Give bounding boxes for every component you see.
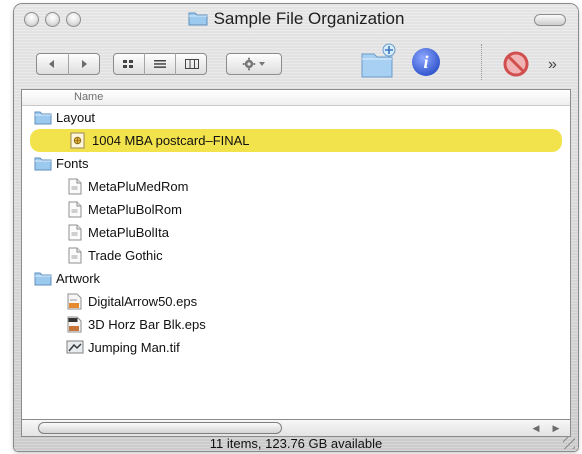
column-view-icon xyxy=(184,59,199,69)
get-info-icon: i xyxy=(412,48,440,76)
list-item-label: MetaPluBolIta xyxy=(88,225,169,240)
stop-button[interactable] xyxy=(502,50,530,83)
view-mode-control xyxy=(113,53,207,75)
new-folder-icon xyxy=(361,43,396,78)
action-gear-icon xyxy=(242,57,265,71)
list-item-label: Fonts xyxy=(56,156,89,171)
finder-window: Sample File Organization i » Name Layout… xyxy=(14,4,578,451)
list-item-label: 3D Horz Bar Blk.eps xyxy=(88,317,206,332)
toolbar-separator xyxy=(481,44,483,80)
forward-button[interactable] xyxy=(69,53,101,75)
list-item-label: DigitalArrow50.eps xyxy=(88,294,198,309)
horizontal-scrollbar[interactable]: ◀ ▶ xyxy=(22,420,570,436)
font-file-icon xyxy=(68,247,84,264)
eps-file-icon xyxy=(66,316,82,333)
list-item-label: MetaPluBolRom xyxy=(88,202,182,217)
list-item-file[interactable]: Trade Gothic xyxy=(22,244,570,267)
scroll-right-icon[interactable]: ▶ xyxy=(553,423,560,434)
list-item-folder[interactable]: Artwork xyxy=(22,267,570,290)
window-title-text: Sample File Organization xyxy=(213,9,405,28)
forward-icon xyxy=(82,60,88,68)
list-item-file[interactable]: DigitalArrow50.eps xyxy=(22,290,570,313)
toolbar-toggle-button[interactable] xyxy=(534,14,566,26)
list-item-selected[interactable]: 1004 MBA postcard–FINAL xyxy=(30,129,562,152)
folder-icon xyxy=(34,270,52,287)
list-item-label: 1004 MBA postcard–FINAL xyxy=(92,133,250,148)
list-item-file[interactable]: MetaPluBolIta xyxy=(22,221,570,244)
title-bar[interactable]: Sample File Organization xyxy=(14,4,578,34)
back-forward-control xyxy=(36,53,100,75)
action-menu-inner[interactable] xyxy=(226,53,282,75)
list-item-label: Layout xyxy=(56,110,96,125)
status-bar: 11 items, 123.76 GB available xyxy=(209,436,383,451)
list-item-label: Artwork xyxy=(56,271,101,286)
toolbar: i » xyxy=(14,34,578,90)
list-item-folder[interactable]: Fonts xyxy=(22,152,570,175)
column-view-button[interactable] xyxy=(176,53,207,75)
action-menu-button[interactable] xyxy=(226,53,282,75)
file-list: Name Layout 1004 MBA postcard–FINAL Font… xyxy=(22,90,570,420)
font-file-icon xyxy=(68,224,84,241)
svg-text:i: i xyxy=(423,52,428,72)
list-item-label: Trade Gothic xyxy=(88,248,163,263)
list-item-file[interactable]: Jumping Man.tif xyxy=(22,336,570,359)
list-item-file[interactable]: 3D Horz Bar Blk.eps xyxy=(22,313,570,336)
list-item-label: Jumping Man.tif xyxy=(88,340,180,355)
scroll-left-icon[interactable]: ◀ xyxy=(533,423,540,434)
back-icon xyxy=(48,60,54,68)
font-file-icon xyxy=(68,201,84,218)
list-item-file[interactable]: MetaPluBolRom xyxy=(22,198,570,221)
tif-image-icon xyxy=(66,339,84,356)
scroll-arrows: ◀ ▶ xyxy=(526,422,566,434)
font-file-icon xyxy=(68,178,84,195)
window-title: Sample File Organization xyxy=(14,9,578,29)
list-item-label: MetaPluMedRom xyxy=(88,179,189,194)
stop-icon xyxy=(503,51,529,77)
column-header-name[interactable]: Name xyxy=(22,90,570,106)
scroll-thumb[interactable] xyxy=(38,422,282,434)
resize-grip[interactable] xyxy=(563,437,575,449)
back-button[interactable] xyxy=(36,53,69,75)
new-folder-button[interactable] xyxy=(358,42,398,87)
icon-view-icon xyxy=(123,60,134,68)
folder-icon xyxy=(188,10,208,26)
eps-file-icon xyxy=(66,293,82,310)
list-item-folder[interactable]: Layout xyxy=(22,106,570,129)
folder-icon xyxy=(34,155,52,172)
folder-icon xyxy=(34,109,52,126)
overflow-chevron-icon[interactable]: » xyxy=(548,56,557,74)
get-info-button[interactable]: i xyxy=(410,46,442,83)
list-view-button[interactable] xyxy=(145,53,177,75)
postcard-document-icon xyxy=(70,132,86,149)
list-view-icon xyxy=(154,60,166,68)
icon-view-button[interactable] xyxy=(113,53,145,75)
list-item-file[interactable]: MetaPluMedRom xyxy=(22,175,570,198)
